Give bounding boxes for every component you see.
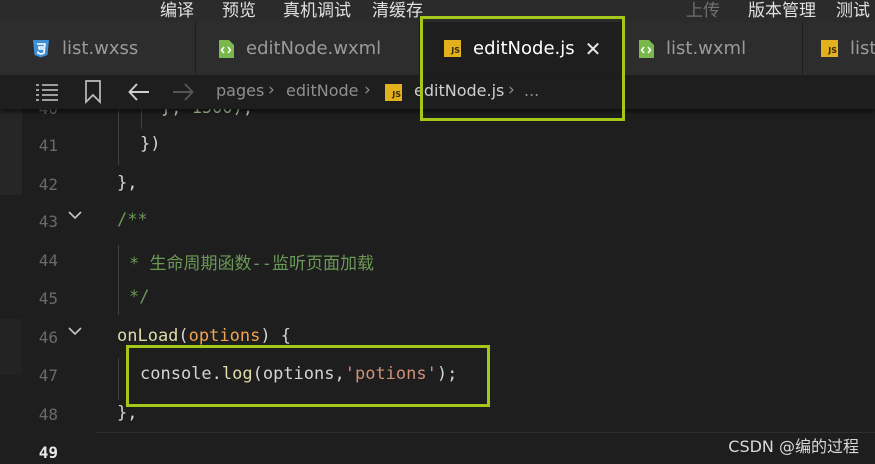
code-line-onload[interactable]: onLoad(options) { — [117, 326, 291, 346]
wxml-file-icon — [219, 39, 234, 58]
bookmark-icon[interactable] — [84, 80, 102, 104]
line-number: 41 — [38, 136, 58, 155]
line-number: 45 — [38, 289, 58, 308]
line-number: 43 — [38, 212, 58, 231]
code-line-comment[interactable]: * 生命周期函数--监听页面加载 — [129, 249, 374, 274]
code-line-comment[interactable]: /** — [117, 210, 148, 230]
tab-list-js[interactable]: JS list — [803, 22, 875, 75]
compile-button[interactable]: 编译 — [160, 0, 194, 21]
tab-list-wxml[interactable]: list.wxml — [623, 22, 803, 75]
css-file-icon — [33, 40, 49, 58]
code-line[interactable]: }) — [140, 134, 160, 154]
back-arrow-icon[interactable] — [128, 82, 150, 102]
chevron-right-icon: › — [268, 80, 275, 100]
device-debug-button[interactable]: 真机调试 — [283, 0, 351, 21]
forward-arrow-icon[interactable] — [172, 82, 194, 102]
line-number: 48 — [38, 405, 58, 424]
indent-guide — [141, 109, 142, 129]
code-token: ) { — [260, 326, 292, 346]
js-file-icon: JS — [821, 40, 838, 57]
list-icon[interactable] — [35, 82, 59, 102]
highlight-box-console-log — [126, 345, 490, 407]
tab-editnode-wxml[interactable]: editNode.wxml — [196, 22, 420, 75]
function-name: onLoad — [117, 326, 179, 346]
gutter-marker — [0, 109, 22, 195]
js-file-icon: JS — [385, 84, 402, 101]
wxml-file-icon — [639, 39, 654, 58]
chevron-down-icon[interactable] — [67, 323, 83, 339]
clear-cache-button[interactable]: 清缓存 — [372, 0, 423, 21]
upload-button[interactable]: 上传 — [686, 0, 720, 21]
indent-guide — [118, 245, 119, 315]
line-number: 47 — [38, 366, 58, 385]
line-number-current: 49 — [38, 443, 58, 462]
gutter-marker — [0, 319, 22, 375]
line-number: 46 — [38, 328, 58, 347]
indent-guide — [118, 358, 119, 400]
tab-label: list — [850, 38, 875, 59]
tab-list-wxss[interactable]: list.wxss — [0, 22, 196, 75]
indent-guide — [118, 109, 119, 165]
parameter-name: options — [188, 326, 261, 346]
preview-button[interactable]: 预览 — [222, 0, 256, 21]
tab-label: list.wxml — [666, 38, 747, 59]
chevron-down-icon[interactable] — [67, 207, 83, 223]
breadcrumb-pages[interactable]: pages — [216, 81, 264, 100]
test-button[interactable]: 测试 — [836, 0, 870, 21]
watermark: CSDN @编的过程 — [728, 437, 859, 456]
chevron-right-icon: › — [364, 80, 371, 100]
tab-label: editNode.wxml — [246, 38, 382, 59]
code-line-comment[interactable]: */ — [129, 287, 149, 307]
breadcrumb-editnode[interactable]: editNode — [286, 81, 358, 100]
code-line[interactable]: }, — [117, 173, 137, 193]
version-control-button[interactable]: 版本管理 — [748, 0, 816, 21]
line-number: 42 — [38, 175, 58, 194]
tab-label: list.wxss — [62, 38, 139, 59]
line-number: 44 — [38, 251, 58, 270]
code-token: ( — [178, 326, 189, 346]
highlight-box-tab — [420, 16, 625, 121]
